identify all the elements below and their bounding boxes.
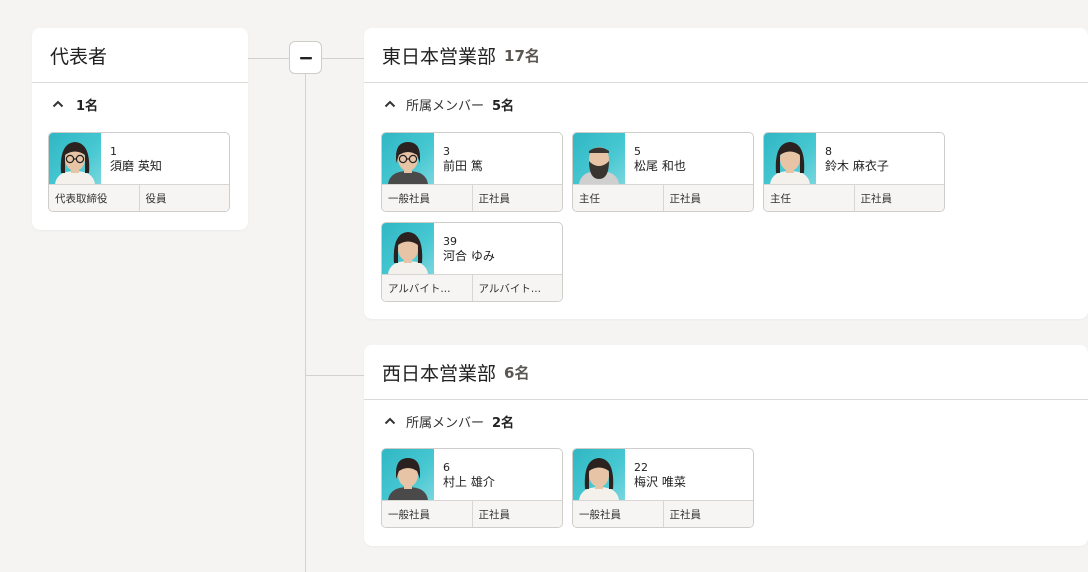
panel-header: 東日本営業部 17名: [364, 28, 1088, 83]
position-tag: 主任: [579, 193, 600, 205]
chevron-up-icon: [50, 96, 66, 112]
collapse-tree-button[interactable]: [289, 41, 322, 74]
member-count: 1名: [76, 98, 99, 114]
avatar: [764, 133, 816, 184]
employee-name: 松尾 和也: [634, 159, 686, 173]
minus-icon: [299, 56, 312, 59]
representative-panel: 代表者 1名 1 須磨 英知代表取締役 役員: [32, 28, 248, 230]
connector-line: [305, 74, 306, 572]
collapse-label: 所属メンバー: [406, 98, 485, 114]
employment-type-tag: 正社員: [662, 185, 754, 211]
employee-number: 6: [443, 461, 450, 474]
employee-name: 鈴木 麻衣子: [825, 159, 889, 173]
employee-number: 39: [443, 235, 457, 248]
department-count: 17名: [504, 46, 540, 65]
members-collapse-toggle[interactable]: 所属メンバー 5名: [364, 85, 1088, 123]
avatar: [382, 223, 434, 274]
connector-line: [305, 375, 364, 376]
department-panel-west: 西日本営業部 6名 所属メンバー 2名 6 村上 雄介 一般社員 正社員 22 梅沢 唯菜…: [364, 345, 1088, 546]
position-tag: 一般社員: [388, 193, 430, 205]
employee-number: 5: [634, 145, 641, 158]
member-card[interactable]: 22 梅沢 唯菜一般社員 正社員: [572, 448, 754, 528]
position-tag: 主任: [770, 193, 791, 205]
member-count: 5名: [492, 98, 515, 114]
members-collapse-toggle[interactable]: 所属メンバー 2名: [364, 402, 1088, 440]
employee-number: 8: [825, 145, 832, 158]
department-count: 6名: [504, 363, 530, 382]
position-tag: 代表取締役: [55, 193, 108, 205]
member-count: 2名: [492, 415, 515, 431]
employee-name: 村上 雄介: [443, 475, 495, 489]
avatar: [49, 133, 101, 184]
member-card[interactable]: 39 河合 ゆみアルバイト... アルバイト...: [381, 222, 563, 302]
department-title: 西日本営業部: [382, 362, 497, 385]
avatar: [573, 449, 625, 500]
member-card[interactable]: 5 松尾 和也主任 正社員: [572, 132, 754, 212]
employment-type-tag: 役員: [138, 185, 230, 211]
panel-header: 西日本営業部 6名: [364, 345, 1088, 400]
employee-number: 3: [443, 145, 450, 158]
chevron-up-icon: [382, 96, 398, 112]
employee-name: 河合 ゆみ: [443, 249, 495, 263]
member-card[interactable]: 8 鈴木 麻衣子主任 正社員: [763, 132, 945, 212]
members-collapse-toggle[interactable]: 1名: [32, 85, 248, 123]
position-tag: 一般社員: [579, 509, 621, 521]
avatar: [573, 133, 625, 184]
connector-line: [248, 58, 289, 59]
employment-type-tag: アルバイト...: [471, 275, 563, 301]
member-card[interactable]: 1 須磨 英知代表取締役 役員: [48, 132, 230, 212]
collapse-label: 所属メンバー: [406, 415, 485, 431]
employee-name: 須磨 英知: [110, 159, 162, 173]
employment-type-tag: 正社員: [471, 501, 563, 527]
employment-type-tag: 正社員: [662, 501, 754, 527]
panel-title: 代表者: [50, 45, 108, 68]
panel-header: 代表者: [32, 28, 248, 83]
department-title: 東日本営業部: [382, 45, 497, 68]
employment-type-tag: 正社員: [853, 185, 945, 211]
member-card[interactable]: 3 前田 篤一般社員 正社員: [381, 132, 563, 212]
department-panel-east: 東日本営業部 17名 所属メンバー 5名 3 前田 篤一般社員 正社員 5 松尾 和也主…: [364, 28, 1088, 319]
position-tag: アルバイト...: [388, 283, 451, 295]
avatar: [382, 133, 434, 184]
avatar: [382, 449, 434, 500]
employee-name: 前田 篤: [443, 159, 483, 173]
position-tag: 一般社員: [388, 509, 430, 521]
connector-line: [322, 58, 364, 59]
employment-type-tag: 正社員: [471, 185, 563, 211]
employee-number: 22: [634, 461, 648, 474]
employee-name: 梅沢 唯菜: [634, 475, 686, 489]
chevron-up-icon: [382, 413, 398, 429]
employee-number: 1: [110, 145, 117, 158]
member-card[interactable]: 6 村上 雄介一般社員 正社員: [381, 448, 563, 528]
